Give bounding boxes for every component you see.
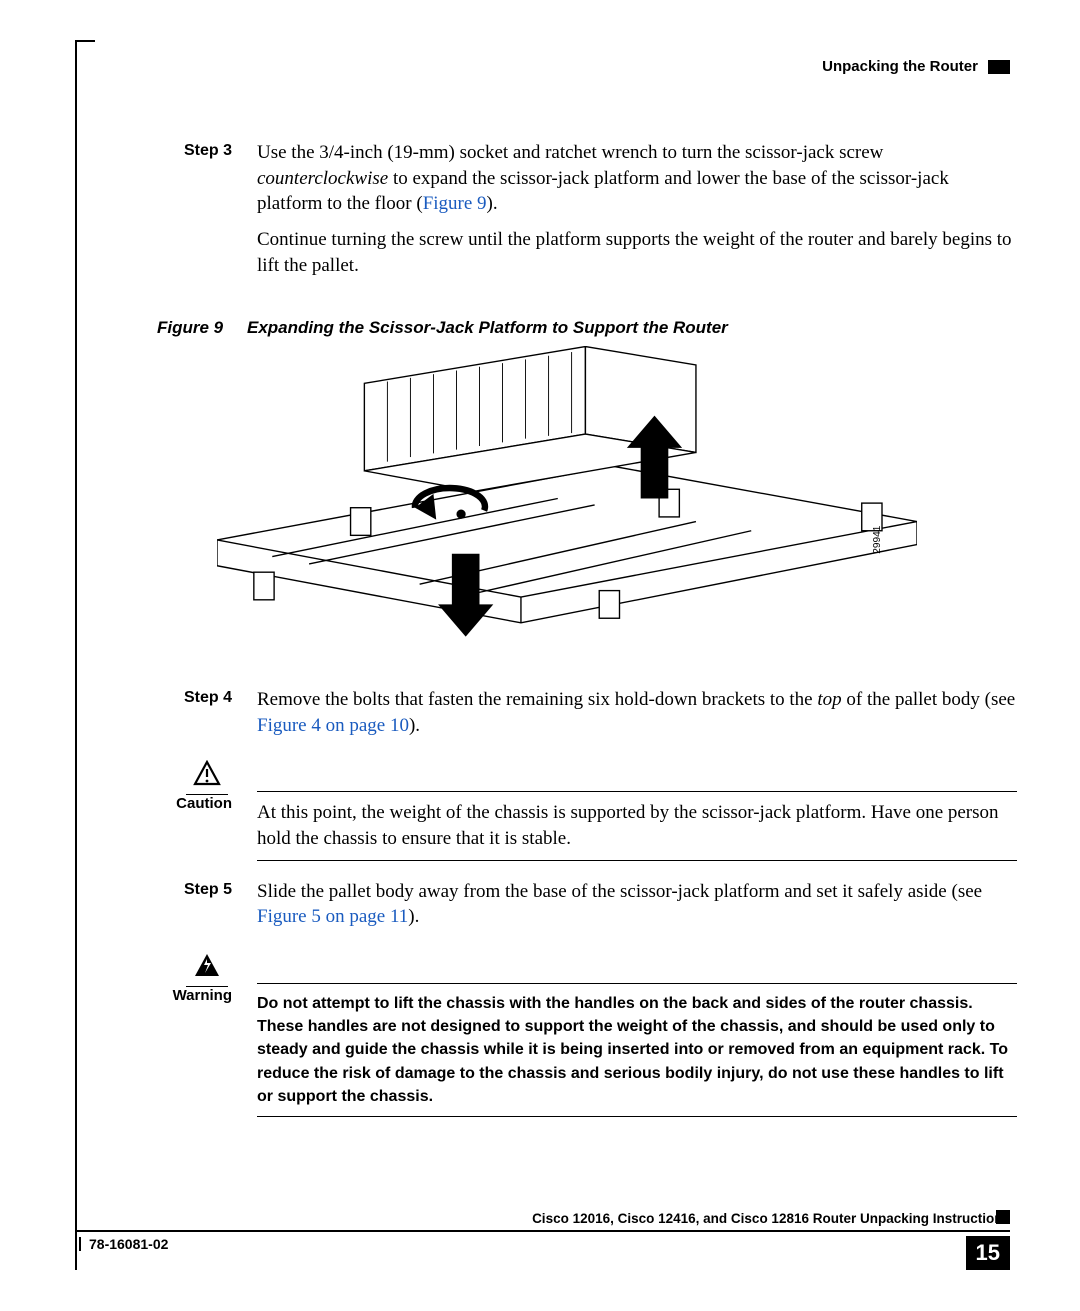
step-label: Step 4	[157, 687, 257, 748]
step-5: Step 5 Slide the pallet body away from t…	[157, 879, 1017, 940]
step-3: Step 3 Use the 3/4-inch (19-mm) socket a…	[157, 140, 1017, 288]
doc-title: Cisco 12016, Cisco 12416, and Cisco 1281…	[77, 1211, 1010, 1232]
figure-9-caption: Figure 9 Expanding the Scissor-Jack Plat…	[157, 318, 1017, 338]
step-body: Use the 3/4-inch (19-mm) socket and ratc…	[257, 140, 1017, 288]
text: Remove the bolts that fasten the remaini…	[257, 689, 817, 710]
warning-body: Do not attempt to lift the chassis with …	[257, 983, 1017, 1117]
step-label: Step 3	[157, 140, 257, 288]
text: ).	[408, 906, 419, 927]
text: Use the 3/4-inch (19-mm) socket and ratc…	[257, 142, 883, 163]
warning-row: Warning Do not attempt to lift the chass…	[157, 983, 1017, 1117]
figure-ref-id: 29941	[872, 525, 883, 554]
figure-title: Expanding the Scissor-Jack Platform to S…	[247, 318, 1017, 338]
header-marker	[988, 60, 1010, 74]
figure-5-link[interactable]: Figure 5 on page 11	[257, 906, 408, 927]
main-content: Step 3 Use the 3/4-inch (19-mm) socket a…	[157, 140, 1017, 1117]
text: ).	[487, 193, 498, 214]
warning-icon	[157, 952, 257, 987]
warning-callout	[157, 952, 1017, 987]
step-label: Step 5	[157, 879, 257, 940]
text: Continue turning the screw until the pla…	[257, 227, 1017, 278]
caution-callout	[157, 760, 1017, 795]
page-frame: Unpacking the Router Step 3 Use the 3/4-…	[75, 40, 1010, 1270]
text: Slide the pallet body away from the base…	[257, 881, 982, 902]
text: of the pallet body (see	[842, 689, 1016, 710]
crop-mark	[77, 40, 95, 42]
doc-number-block: 78-16081-02	[77, 1236, 168, 1252]
figure-label: Figure 9	[157, 318, 247, 338]
figure-9-link[interactable]: Figure 9	[423, 193, 487, 214]
section-title: Unpacking the Router	[822, 58, 978, 75]
step-body: Slide the pallet body away from the base…	[257, 879, 1017, 940]
doc-number: 78-16081-02	[89, 1236, 168, 1252]
caution-label: Caution	[157, 791, 257, 860]
page-footer: Cisco 12016, Cisco 12416, and Cisco 1281…	[77, 1211, 1010, 1270]
emphasis: counterclockwise	[257, 168, 388, 189]
crop-mark	[79, 1237, 81, 1251]
emphasis: top	[817, 689, 841, 710]
page-number: 15	[966, 1236, 1010, 1270]
warning-label: Warning	[157, 983, 257, 1117]
caution-body: At this point, the weight of the chassis…	[257, 791, 1017, 860]
figure-4-link[interactable]: Figure 4 on page 10	[257, 715, 409, 736]
caution-row: Caution At this point, the weight of the…	[157, 791, 1017, 860]
figure-9-illustration: 29941	[217, 346, 1017, 657]
step-4: Step 4 Remove the bolts that fasten the …	[157, 687, 1017, 748]
step-body: Remove the bolts that fasten the remaini…	[257, 687, 1017, 748]
running-header: Unpacking the Router	[822, 58, 1010, 75]
caution-icon	[157, 760, 257, 795]
text: ).	[409, 715, 420, 736]
router-scissor-jack-diagram: 29941	[217, 346, 917, 651]
